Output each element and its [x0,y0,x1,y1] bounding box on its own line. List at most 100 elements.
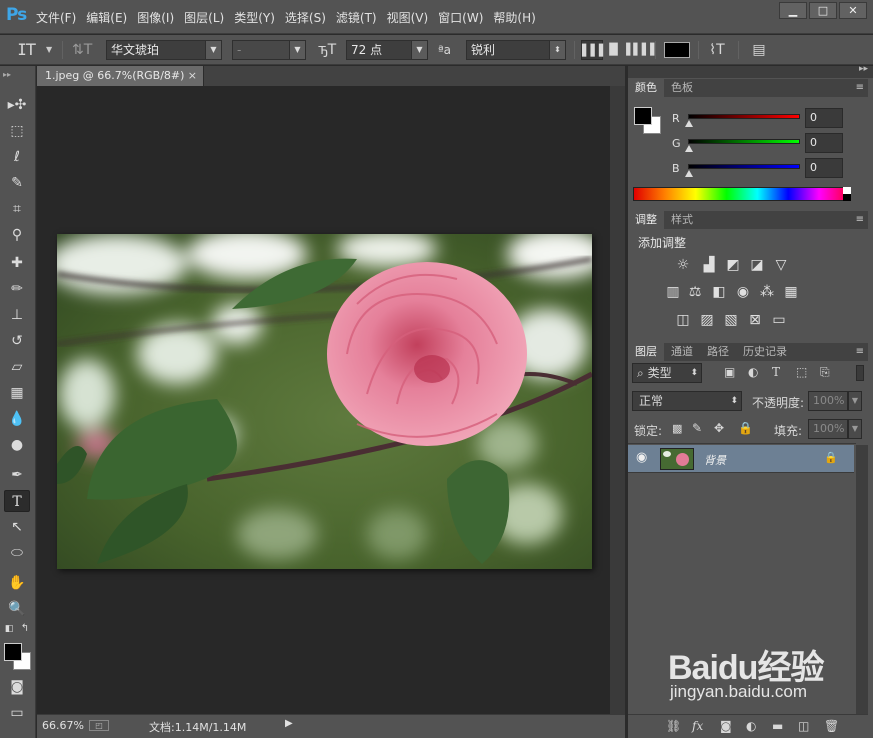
warp-text-icon[interactable]: ⌇T [706,40,728,60]
vertical-scrollbar[interactable] [610,86,625,714]
canvas-area[interactable] [37,86,610,714]
hand-tool-icon[interactable]: ✋ [4,572,30,594]
color-balance-icon[interactable]: ⚖ [686,284,704,300]
text-color-swatch[interactable] [664,42,690,58]
blue-slider-handle[interactable] [685,170,693,177]
lock-all-icon[interactable]: 🔒 [738,421,753,435]
brush-tool-icon[interactable]: ✏ [4,278,30,300]
blue-slider[interactable] [688,164,800,169]
stamp-tool-icon[interactable]: ⊥ [4,304,30,326]
vibrance-icon[interactable]: ▽ [772,257,790,273]
menu-file[interactable]: 文件(F) [36,9,76,26]
green-slider[interactable] [688,139,800,144]
panel-menu-icon[interactable]: ≡ [856,343,864,361]
lasso-tool-icon[interactable]: ℓ [4,146,30,168]
align-right-icon[interactable]: ▐▐▐ [629,40,654,60]
opacity-field[interactable]: 100% [808,391,848,411]
quick-mask-icon[interactable]: ◙ [4,676,30,698]
gradient-map-icon[interactable]: ▭ [770,312,788,328]
blue-value-field[interactable]: 0 [805,158,843,178]
type-tool-preset-icon[interactable]: ⵊT [18,40,44,60]
close-tab-icon[interactable]: × [188,66,197,86]
red-value-field[interactable]: 0 [805,108,843,128]
selective-color-icon[interactable]: ⊠ [746,312,764,328]
blend-mode-select[interactable]: 正常 ⬍ [632,391,742,411]
link-layers-icon[interactable]: ⛓ [666,719,681,733]
menu-filter[interactable]: 滤镜(T) [336,9,377,26]
tab-swatches[interactable]: 色板 [664,79,700,97]
adjustment-filter-icon[interactable]: ◐ [748,365,758,379]
red-slider[interactable] [688,114,800,119]
threshold-icon[interactable]: ▧ [722,312,740,328]
antialias-select[interactable]: 锐利 ⬍ [466,40,566,60]
lock-transparent-icon[interactable]: ▩ [672,422,682,435]
panel-grip-icon[interactable]: ▸▸ [3,70,11,79]
opacity-dropdown-icon[interactable]: ▼ [848,391,862,411]
lock-pixels-icon[interactable]: ✎ [692,421,702,435]
healing-brush-tool-icon[interactable]: ✚ [4,252,30,274]
red-slider-handle[interactable] [685,120,693,127]
dodge-tool-icon[interactable]: ● [4,434,30,456]
shape-filter-icon[interactable]: ⬚ [796,365,807,379]
crop-tool-icon[interactable]: ⌗ [4,198,30,220]
black-white-ramp[interactable] [843,187,851,201]
delete-layer-icon[interactable]: 🗑 [824,719,839,733]
menu-help[interactable]: 帮助(H) [493,9,535,26]
align-left-icon[interactable]: ▌▌▌ [581,40,607,60]
menu-image[interactable]: 图像(I) [137,9,174,26]
color-foreground-swatch[interactable] [634,107,652,125]
layer-filter-select[interactable]: ⌕ 类型 ⬍ [632,363,702,383]
type-filter-icon[interactable]: T [772,365,780,379]
menu-window[interactable]: 窗口(W) [438,9,483,26]
document-tab[interactable]: 1.jpeg @ 66.7%(RGB/8#) × [37,66,204,86]
status-menu-arrow-icon[interactable]: ▶ [285,718,293,729]
color-spectrum-bar[interactable] [633,187,851,201]
history-brush-tool-icon[interactable]: ↺ [4,330,30,352]
panel-menu-icon[interactable]: ≡ [856,211,864,229]
menu-view[interactable]: 视图(V) [387,9,429,26]
brightness-contrast-icon[interactable]: ☼ [674,257,692,273]
preset-dropdown-icon[interactable]: ▼ [46,40,52,60]
eyedropper-tool-icon[interactable]: ⚲ [4,224,30,246]
ellipse-tool-icon[interactable]: ⬭ [4,542,30,564]
zoom-tool-icon[interactable]: 🔍 [4,598,30,620]
tab-channels[interactable]: 通道 [664,343,700,361]
green-value-field[interactable]: 0 [805,133,843,153]
minimize-button[interactable]: ▁ [779,2,807,19]
green-slider-handle[interactable] [685,145,693,152]
menu-layer[interactable]: 图层(L) [184,9,224,26]
maximize-button[interactable]: □ [809,2,837,19]
tab-color[interactable]: 颜色 [628,79,664,97]
fill-dropdown-icon[interactable]: ▼ [848,419,862,439]
posterize-icon[interactable]: ▨ [698,312,716,328]
screen-mode-icon[interactable]: ▭ [4,702,30,724]
eye-visibility-icon[interactable]: ◉ [636,450,647,465]
panel-menu-icon[interactable]: ≡ [856,79,864,97]
font-size-select[interactable]: 72 点 ▼ [346,40,428,60]
smart-object-filter-icon[interactable]: ⎘ [820,365,830,380]
foreground-color-swatch[interactable] [4,643,22,661]
filter-toggle-switch[interactable] [856,365,864,381]
status-preview-icon[interactable]: ◰ [89,720,109,731]
color-lookup-icon[interactable]: ▦ [782,284,800,300]
type-tool-icon[interactable]: T [4,490,30,512]
tab-adjustments[interactable]: 调整 [628,211,664,229]
tab-paths[interactable]: 路径 [700,343,736,361]
swap-colors-icon[interactable]: ↰ [18,622,32,636]
new-adjustment-icon[interactable]: ◐ [746,719,756,733]
blur-tool-icon[interactable]: 💧 [4,408,30,430]
tab-layers[interactable]: 图层 [628,343,664,361]
pixel-filter-icon[interactable]: ▣ [724,365,735,379]
tab-history[interactable]: 历史记录 [736,343,794,361]
invert-icon[interactable]: ◫ [674,312,692,328]
quick-select-tool-icon[interactable]: ✎ [4,172,30,194]
curves-icon[interactable]: ◩ [724,257,742,273]
path-select-tool-icon[interactable]: ↖ [4,516,30,538]
character-panel-icon[interactable]: ▤ [748,40,770,60]
align-center-icon[interactable]: ▐▌▐ [605,40,630,60]
hue-saturation-icon[interactable]: ▥ [664,284,682,300]
font-style-select[interactable]: - ▼ [232,40,306,60]
tab-styles[interactable]: 样式 [664,211,700,229]
marquee-tool-icon[interactable]: ⬚ [4,120,30,142]
move-tool-icon[interactable]: ▸✣ [4,94,30,116]
